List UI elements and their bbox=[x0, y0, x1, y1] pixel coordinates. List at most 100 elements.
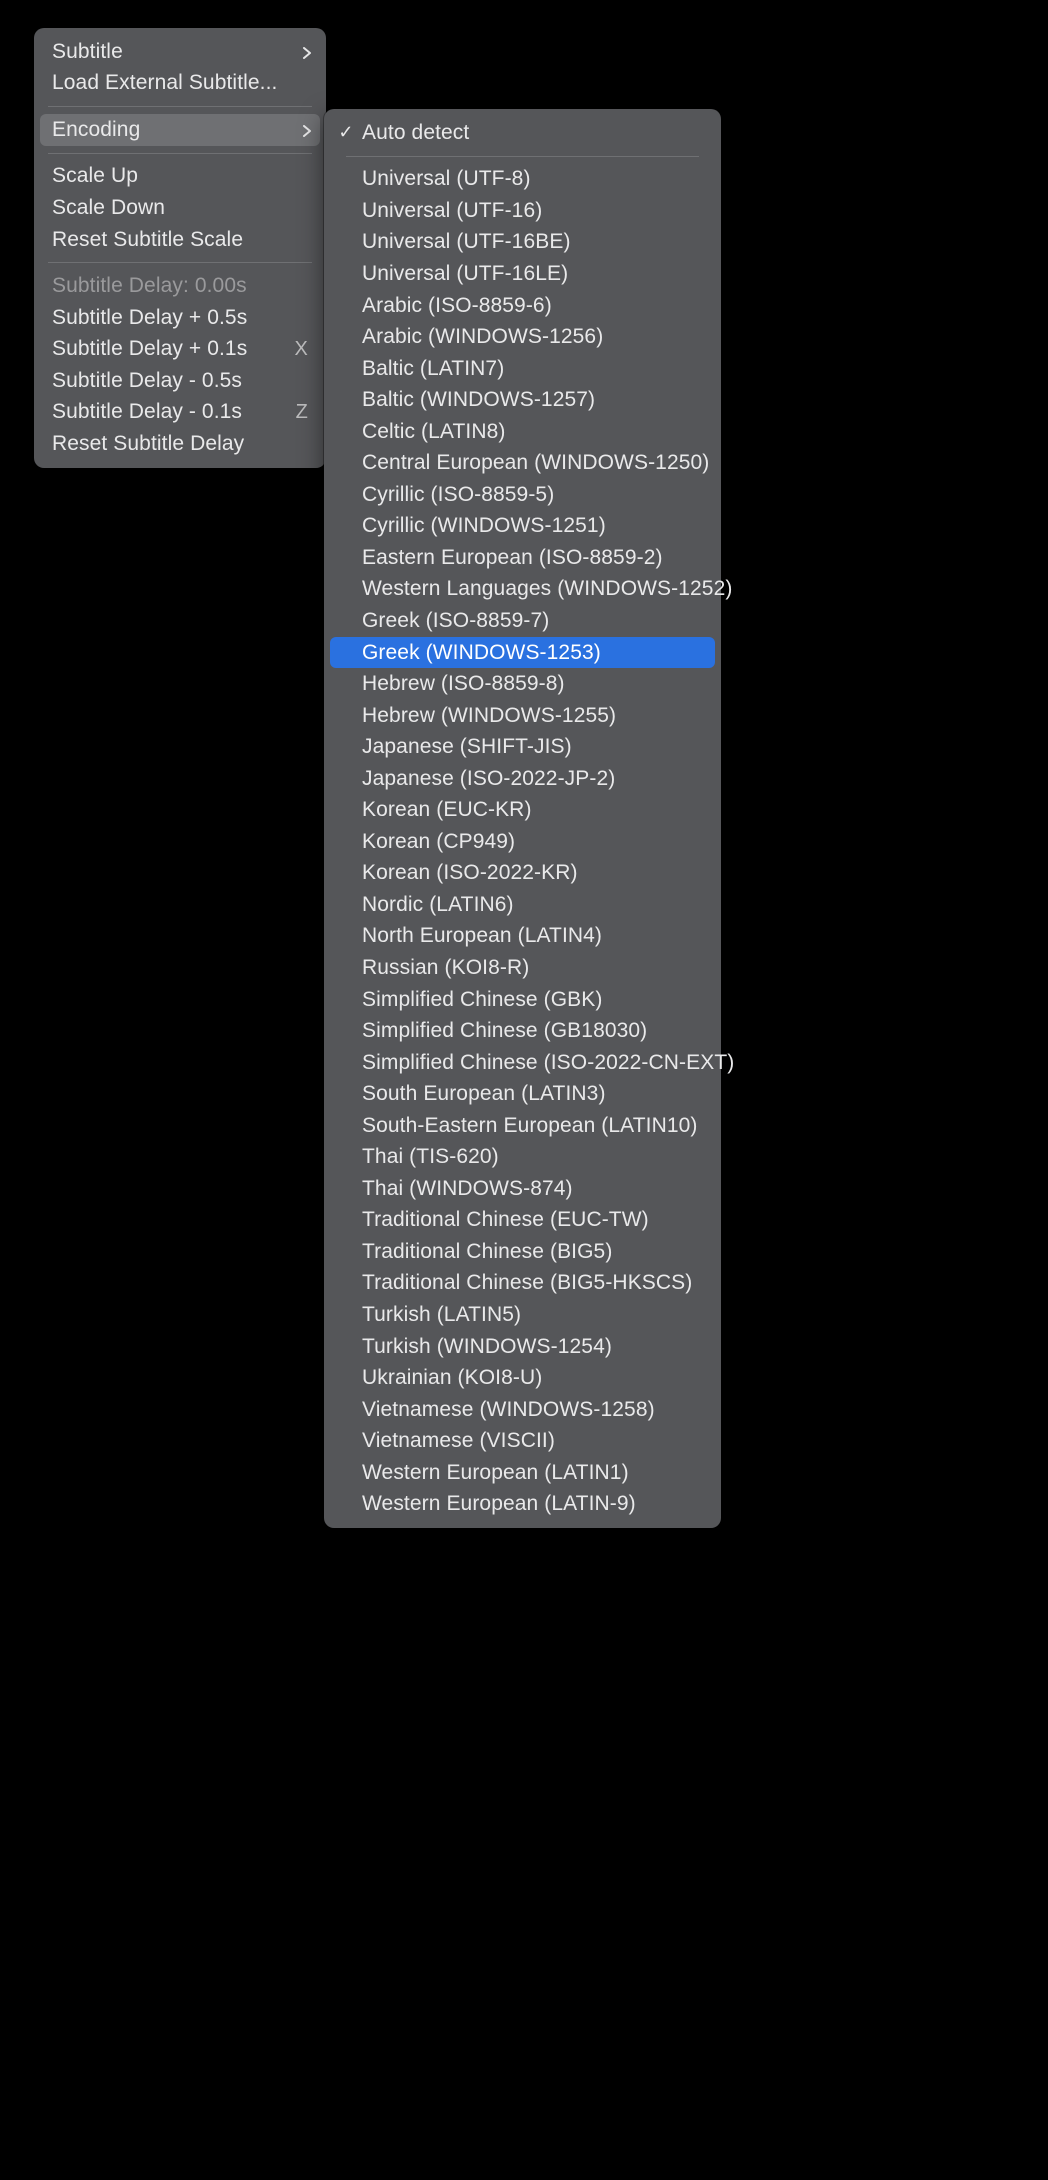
encoding-item-label: Traditional Chinese (EUC-TW) bbox=[362, 1208, 703, 1232]
encoding-item[interactable]: Western Languages (WINDOWS-1252) bbox=[324, 574, 721, 606]
encoding-item-auto-detect[interactable]: ✓Auto detect bbox=[324, 117, 721, 149]
menu-divider bbox=[346, 156, 699, 157]
menu-item[interactable]: Scale Down bbox=[34, 192, 326, 224]
encoding-item[interactable]: Hebrew (ISO-8859-8) bbox=[324, 668, 721, 700]
menu-item-label: Encoding bbox=[52, 118, 294, 142]
encoding-item[interactable]: Universal (UTF-8) bbox=[324, 164, 721, 196]
encoding-item[interactable]: Korean (EUC-KR) bbox=[324, 794, 721, 826]
encoding-item[interactable]: South European (LATIN3) bbox=[324, 1078, 721, 1110]
encoding-item-label: Greek (ISO-8859-7) bbox=[362, 609, 703, 633]
encoding-item[interactable]: Vietnamese (WINDOWS-1258) bbox=[324, 1394, 721, 1426]
encoding-item[interactable]: Baltic (LATIN7) bbox=[324, 353, 721, 385]
encoding-item[interactable]: Western European (LATIN1) bbox=[324, 1457, 721, 1489]
encoding-item[interactable]: Greek (WINDOWS-1253) bbox=[330, 637, 715, 669]
encoding-item[interactable]: Traditional Chinese (EUC-TW) bbox=[324, 1205, 721, 1237]
menu-item-label: Subtitle Delay - 0.1s bbox=[52, 400, 286, 424]
encoding-item-label: Cyrillic (WINDOWS-1251) bbox=[362, 514, 703, 538]
menu-item[interactable]: Load External Subtitle... bbox=[34, 68, 326, 100]
menu-divider bbox=[48, 106, 312, 107]
encoding-item[interactable]: Japanese (ISO-2022-JP-2) bbox=[324, 763, 721, 795]
encoding-item-label: Arabic (WINDOWS-1256) bbox=[362, 325, 703, 349]
encoding-item[interactable]: Thai (WINDOWS-874) bbox=[324, 1173, 721, 1205]
encoding-item-label: Hebrew (WINDOWS-1255) bbox=[362, 704, 703, 728]
menu-item[interactable]: Reset Subtitle Delay bbox=[34, 428, 326, 460]
menu-item-shortcut: Z bbox=[296, 401, 308, 424]
encoding-item-label: Simplified Chinese (GB18030) bbox=[362, 1019, 703, 1043]
encoding-item[interactable]: Greek (ISO-8859-7) bbox=[324, 605, 721, 637]
encoding-item-label: Simplified Chinese (GBK) bbox=[362, 988, 703, 1012]
encoding-item[interactable]: Central European (WINDOWS-1250) bbox=[324, 447, 721, 479]
menu-item-label: Subtitle Delay + 0.1s bbox=[52, 337, 285, 361]
encoding-item[interactable]: Nordic (LATIN6) bbox=[324, 889, 721, 921]
encoding-submenu[interactable]: ✓Auto detect Universal (UTF-8) Universal (… bbox=[324, 109, 721, 1528]
menu-item-label: Subtitle bbox=[52, 40, 294, 64]
encoding-item-label: Simplified Chinese (ISO-2022-CN-EXT) bbox=[362, 1051, 734, 1075]
encoding-item[interactable]: Korean (CP949) bbox=[324, 826, 721, 858]
encoding-item[interactable]: Baltic (WINDOWS-1257) bbox=[324, 384, 721, 416]
encoding-item-label: Celtic (LATIN8) bbox=[362, 420, 703, 444]
encoding-item-label: Japanese (SHIFT-JIS) bbox=[362, 735, 703, 759]
encoding-item[interactable]: Vietnamese (VISCII) bbox=[324, 1425, 721, 1457]
encoding-item[interactable]: North European (LATIN4) bbox=[324, 921, 721, 953]
menu-item-label: Reset Subtitle Delay bbox=[52, 432, 308, 456]
menu-item[interactable]: Subtitle bbox=[34, 36, 326, 68]
encoding-item-label: Ukrainian (KOI8-U) bbox=[362, 1366, 703, 1390]
menu-item: Subtitle Delay: 0.00s bbox=[34, 270, 326, 302]
encoding-item-label: Nordic (LATIN6) bbox=[362, 893, 703, 917]
encoding-item-label: Traditional Chinese (BIG5) bbox=[362, 1240, 703, 1264]
encoding-item-label: Korean (EUC-KR) bbox=[362, 798, 703, 822]
encoding-item[interactable]: Thai (TIS-620) bbox=[324, 1142, 721, 1174]
checkmark-icon: ✓ bbox=[338, 122, 354, 143]
encoding-item-label: Greek (WINDOWS-1253) bbox=[362, 641, 703, 665]
menu-item[interactable]: Subtitle Delay + 0.1sX bbox=[34, 333, 326, 365]
encoding-item[interactable]: Arabic (WINDOWS-1256) bbox=[324, 321, 721, 353]
encoding-item[interactable]: Cyrillic (ISO-8859-5) bbox=[324, 479, 721, 511]
encoding-item[interactable]: Celtic (LATIN8) bbox=[324, 416, 721, 448]
menu-item[interactable]: Subtitle Delay - 0.5s bbox=[34, 365, 326, 397]
encoding-item-label: Western European (LATIN-9) bbox=[362, 1492, 703, 1516]
menu-item[interactable]: Reset Subtitle Scale bbox=[34, 224, 326, 256]
encoding-item[interactable]: Hebrew (WINDOWS-1255) bbox=[324, 700, 721, 732]
encoding-item[interactable]: Western European (LATIN-9) bbox=[324, 1489, 721, 1521]
encoding-item[interactable]: Ukrainian (KOI8-U) bbox=[324, 1362, 721, 1394]
menu-divider bbox=[48, 153, 312, 154]
menu-item-label: Subtitle Delay - 0.5s bbox=[52, 369, 308, 393]
encoding-item[interactable]: Turkish (WINDOWS-1254) bbox=[324, 1331, 721, 1363]
menu-item[interactable]: Subtitle Delay + 0.5s bbox=[34, 302, 326, 334]
encoding-item-label: Cyrillic (ISO-8859-5) bbox=[362, 483, 703, 507]
encoding-item[interactable]: Simplified Chinese (ISO-2022-CN-EXT) bbox=[324, 1047, 721, 1079]
encoding-item[interactable]: Russian (KOI8-R) bbox=[324, 952, 721, 984]
menu-item-label: Subtitle Delay: 0.00s bbox=[52, 274, 308, 298]
chevron-right-icon bbox=[302, 125, 312, 135]
encoding-item-label: Baltic (LATIN7) bbox=[362, 357, 703, 381]
encoding-item[interactable]: Universal (UTF-16BE) bbox=[324, 227, 721, 259]
encoding-item[interactable]: Japanese (SHIFT-JIS) bbox=[324, 731, 721, 763]
menu-item[interactable]: Scale Up bbox=[34, 161, 326, 193]
encoding-item[interactable]: Universal (UTF-16) bbox=[324, 195, 721, 227]
encoding-item[interactable]: Traditional Chinese (BIG5-HKSCS) bbox=[324, 1268, 721, 1300]
encoding-item-label: Universal (UTF-16) bbox=[362, 199, 703, 223]
encoding-item-label: Russian (KOI8-R) bbox=[362, 956, 703, 980]
encoding-item[interactable]: Cyrillic (WINDOWS-1251) bbox=[324, 511, 721, 543]
menu-item-label: Reset Subtitle Scale bbox=[52, 228, 308, 252]
encoding-item[interactable]: Simplified Chinese (GB18030) bbox=[324, 1015, 721, 1047]
encoding-item[interactable]: Eastern European (ISO-8859-2) bbox=[324, 542, 721, 574]
encoding-item-label: Vietnamese (VISCII) bbox=[362, 1429, 703, 1453]
encoding-item-label: Universal (UTF-8) bbox=[362, 167, 703, 191]
encoding-item[interactable]: Arabic (ISO-8859-6) bbox=[324, 290, 721, 322]
encoding-item-label: Thai (TIS-620) bbox=[362, 1145, 703, 1169]
subtitle-context-menu[interactable]: Subtitle Load External Subtitle... Encodin… bbox=[34, 28, 326, 468]
encoding-item-label: Universal (UTF-16BE) bbox=[362, 230, 703, 254]
encoding-item[interactable]: Simplified Chinese (GBK) bbox=[324, 984, 721, 1016]
encoding-item[interactable]: South-Eastern European (LATIN10) bbox=[324, 1110, 721, 1142]
encoding-item-label: Japanese (ISO-2022-JP-2) bbox=[362, 767, 703, 791]
encoding-item[interactable]: Korean (ISO-2022-KR) bbox=[324, 858, 721, 890]
encoding-item-label: Baltic (WINDOWS-1257) bbox=[362, 388, 703, 412]
encoding-item[interactable]: Universal (UTF-16LE) bbox=[324, 258, 721, 290]
encoding-item[interactable]: Traditional Chinese (BIG5) bbox=[324, 1236, 721, 1268]
menu-item[interactable]: Encoding bbox=[40, 114, 320, 146]
encoding-item[interactable]: Turkish (LATIN5) bbox=[324, 1299, 721, 1331]
encoding-item-label: Western Languages (WINDOWS-1252) bbox=[362, 577, 732, 601]
encoding-item-label: Hebrew (ISO-8859-8) bbox=[362, 672, 703, 696]
menu-item[interactable]: Subtitle Delay - 0.1s Z bbox=[34, 396, 326, 428]
